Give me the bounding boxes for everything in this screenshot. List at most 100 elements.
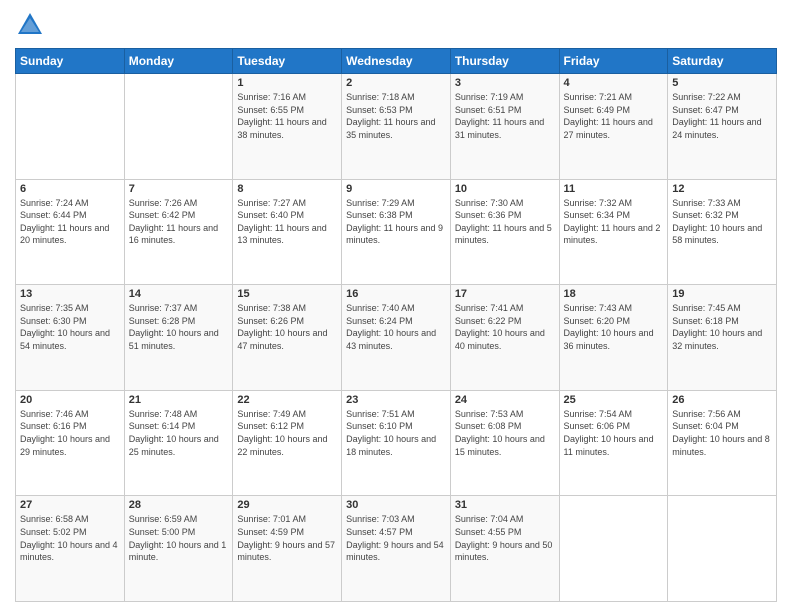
day-number: 30 [346,499,446,511]
cell-content: Sunrise: 7:33 AMSunset: 6:32 PMDaylight:… [672,197,772,247]
calendar-cell: 3 Sunrise: 7:19 AMSunset: 6:51 PMDaylight… [450,74,559,180]
cell-content: Sunrise: 7:27 AMSunset: 6:40 PMDaylight:… [237,197,337,247]
calendar-cell: 29 Sunrise: 7:01 AMSunset: 4:59 PMDayligh… [233,496,342,602]
day-number: 22 [237,394,337,406]
calendar-cell [559,496,668,602]
weekday-header-sunday: Sunday [16,49,125,74]
day-number: 28 [129,499,229,511]
cell-content: Sunrise: 7:24 AMSunset: 6:44 PMDaylight:… [20,197,120,247]
day-number: 1 [237,77,337,89]
calendar-cell: 25Sunrise: 7:54 AMSunset: 6:06 PMDayligh… [559,390,668,496]
cell-content: Sunrise: 6:58 AMSunset: 5:02 PMDaylight:… [20,513,120,563]
cell-content: Sunrise: 7:16 AMSunset: 6:55 PMDaylight:… [237,91,337,141]
calendar-cell: 5 Sunrise: 7:22 AMSunset: 6:47 PMDaylight… [668,74,777,180]
cell-content: Sunrise: 7:19 AMSunset: 6:51 PMDaylight:… [455,91,555,141]
calendar-cell: 18 Sunrise: 7:43 AMSunset: 6:20 PMDayligh… [559,285,668,391]
calendar-cell: 22 Sunrise: 7:49 AMSunset: 6:12 PMDayligh… [233,390,342,496]
calendar-cell: 4 Sunrise: 7:21 AMSunset: 6:49 PMDaylight… [559,74,668,180]
header [15,10,777,40]
cell-content: Sunrise: 7:32 AMSunset: 6:34 PMDaylight:… [564,197,664,247]
cell-content: Sunrise: 7:21 AMSunset: 6:49 PMDaylight:… [564,91,664,141]
calendar-cell: 2 Sunrise: 7:18 AMSunset: 6:53 PMDaylight… [342,74,451,180]
cell-content: Sunrise: 7:53 AMSunset: 6:08 PMDaylight:… [455,408,555,458]
cell-content: Sunrise: 7:03 AMSunset: 4:57 PMDaylight:… [346,513,446,563]
weekday-header-friday: Friday [559,49,668,74]
cell-content: Sunrise: 7:37 AMSunset: 6:28 PMDaylight:… [129,302,229,352]
calendar-cell: 20Sunrise: 7:46 AMSunset: 6:16 PMDayligh… [16,390,125,496]
calendar-week-row: 20Sunrise: 7:46 AMSunset: 6:16 PMDayligh… [16,390,777,496]
cell-content: Sunrise: 7:43 AMSunset: 6:20 PMDaylight:… [564,302,664,352]
day-number: 12 [672,183,772,195]
weekday-header-monday: Monday [124,49,233,74]
cell-content: Sunrise: 7:45 AMSunset: 6:18 PMDaylight:… [672,302,772,352]
weekday-header-wednesday: Wednesday [342,49,451,74]
calendar-cell: 30 Sunrise: 7:03 AMSunset: 4:57 PMDayligh… [342,496,451,602]
day-number: 2 [346,77,446,89]
day-number: 17 [455,288,555,300]
cell-content: Sunrise: 7:41 AMSunset: 6:22 PMDaylight:… [455,302,555,352]
calendar-cell: 28 Sunrise: 6:59 AMSunset: 5:00 PMDayligh… [124,496,233,602]
cell-content: Sunrise: 7:48 AMSunset: 6:14 PMDaylight:… [129,408,229,458]
day-number: 20 [20,394,120,406]
day-number: 24 [455,394,555,406]
calendar-cell: 17 Sunrise: 7:41 AMSunset: 6:22 PMDayligh… [450,285,559,391]
day-number: 4 [564,77,664,89]
day-number: 23 [346,394,446,406]
calendar-cell: 26 Sunrise: 7:56 AMSunset: 6:04 PMDayligh… [668,390,777,496]
calendar-table: SundayMondayTuesdayWednesdayThursdayFrid… [15,48,777,602]
calendar-cell: 15 Sunrise: 7:38 AMSunset: 6:26 PMDayligh… [233,285,342,391]
calendar-cell [668,496,777,602]
day-number: 29 [237,499,337,511]
calendar-cell: 8 Sunrise: 7:27 AMSunset: 6:40 PMDaylight… [233,179,342,285]
day-number: 18 [564,288,664,300]
day-number: 13 [20,288,120,300]
day-number: 14 [129,288,229,300]
calendar-cell: 11 Sunrise: 7:32 AMSunset: 6:34 PMDayligh… [559,179,668,285]
day-number: 27 [20,499,120,511]
calendar-cell [124,74,233,180]
cell-content: Sunrise: 7:29 AMSunset: 6:38 PMDaylight:… [346,197,446,247]
day-number: 16 [346,288,446,300]
day-number: 5 [672,77,772,89]
calendar-cell: 31Sunrise: 7:04 AMSunset: 4:55 PMDayligh… [450,496,559,602]
cell-content: Sunrise: 7:22 AMSunset: 6:47 PMDaylight:… [672,91,772,141]
cell-content: Sunrise: 7:35 AMSunset: 6:30 PMDaylight:… [20,302,120,352]
day-number: 6 [20,183,120,195]
day-number: 9 [346,183,446,195]
calendar-week-row: 13 Sunrise: 7:35 AMSunset: 6:30 PMDayligh… [16,285,777,391]
day-number: 21 [129,394,229,406]
weekday-header-saturday: Saturday [668,49,777,74]
calendar-cell: 9 Sunrise: 7:29 AMSunset: 6:38 PMDaylight… [342,179,451,285]
cell-content: Sunrise: 6:59 AMSunset: 5:00 PMDaylight:… [129,513,229,563]
cell-content: Sunrise: 7:18 AMSunset: 6:53 PMDaylight:… [346,91,446,141]
calendar-cell: 7Sunrise: 7:26 AMSunset: 6:42 PMDaylight… [124,179,233,285]
cell-content: Sunrise: 7:30 AMSunset: 6:36 PMDaylight:… [455,197,555,247]
calendar-cell: 1 Sunrise: 7:16 AMSunset: 6:55 PMDaylight… [233,74,342,180]
weekday-header-tuesday: Tuesday [233,49,342,74]
calendar-cell [16,74,125,180]
calendar-cell: 10 Sunrise: 7:30 AMSunset: 6:36 PMDayligh… [450,179,559,285]
calendar-cell: 19 Sunrise: 7:45 AMSunset: 6:18 PMDayligh… [668,285,777,391]
page: SundayMondayTuesdayWednesdayThursdayFrid… [0,0,792,612]
weekday-header-row: SundayMondayTuesdayWednesdayThursdayFrid… [16,49,777,74]
day-number: 10 [455,183,555,195]
weekday-header-thursday: Thursday [450,49,559,74]
calendar-cell: 14 Sunrise: 7:37 AMSunset: 6:28 PMDayligh… [124,285,233,391]
day-number: 26 [672,394,772,406]
day-number: 15 [237,288,337,300]
cell-content: Sunrise: 7:49 AMSunset: 6:12 PMDaylight:… [237,408,337,458]
cell-content: Sunrise: 7:01 AMSunset: 4:59 PMDaylight:… [237,513,337,563]
day-number: 8 [237,183,337,195]
day-number: 31 [455,499,555,511]
day-number: 3 [455,77,555,89]
calendar-cell: 21 Sunrise: 7:48 AMSunset: 6:14 PMDayligh… [124,390,233,496]
day-number: 19 [672,288,772,300]
calendar-cell: 16Sunrise: 7:40 AMSunset: 6:24 PMDayligh… [342,285,451,391]
calendar-cell: 23Sunrise: 7:51 AMSunset: 6:10 PMDayligh… [342,390,451,496]
day-number: 7 [129,183,229,195]
calendar-week-row: 1 Sunrise: 7:16 AMSunset: 6:55 PMDaylight… [16,74,777,180]
calendar-cell: 24 Sunrise: 7:53 AMSunset: 6:08 PMDayligh… [450,390,559,496]
cell-content: Sunrise: 7:56 AMSunset: 6:04 PMDaylight:… [672,408,772,458]
day-number: 11 [564,183,664,195]
cell-content: Sunrise: 7:38 AMSunset: 6:26 PMDaylight:… [237,302,337,352]
